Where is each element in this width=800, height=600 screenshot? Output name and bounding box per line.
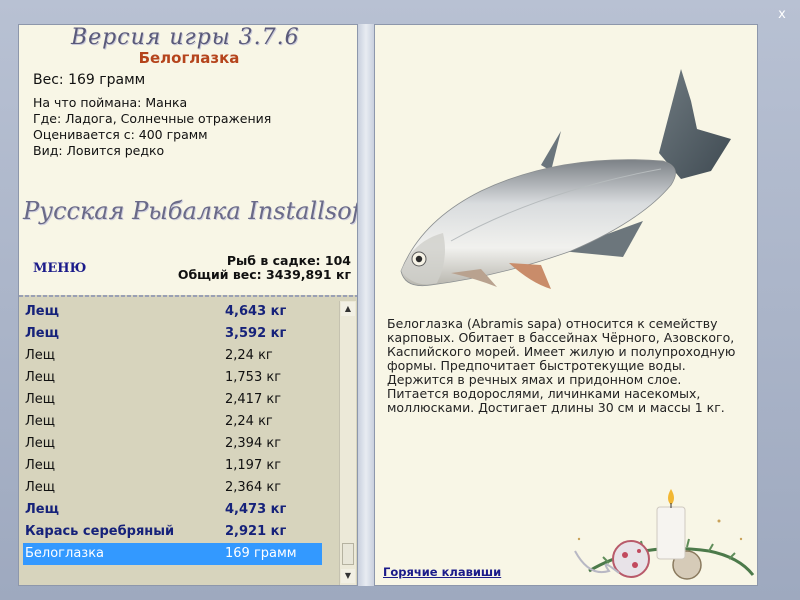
info-value: Оценивается с: 400 грамм	[33, 127, 208, 142]
list-item[interactable]: Лещ 2,24 кг	[19, 345, 339, 367]
list-item[interactable]: Лещ 4,473 кг	[19, 499, 339, 521]
christmas-decoration-icon	[574, 489, 755, 580]
brand-logo: Русская Рыбалка Installsoft	[23, 197, 358, 225]
list-item-weight: 1,753 кг	[225, 370, 282, 385]
list-item[interactable]: Лещ 2,417 кг	[19, 389, 339, 411]
fish-illustration-icon	[400, 69, 731, 289]
list-item[interactable]: Лещ 2,364 кг	[19, 477, 339, 499]
list-item-name: Лещ	[25, 502, 59, 517]
info-location: Где: Ладога, Солнечные отражения	[33, 111, 272, 126]
right-panel: Белоглазка (Abramis sapa) относится к се…	[374, 24, 758, 586]
catch-list: Лещ 4,643 кг Лещ 3,592 кг Лещ 2,24 кг Лещ 1,…	[19, 295, 357, 585]
list-item-weight: 1,197 кг	[225, 458, 282, 473]
list-item[interactable]: Лещ 4,643 кг	[19, 301, 339, 323]
list-item-name: Лещ	[25, 436, 56, 451]
hotkeys-link[interactable]: Горячие клавиши	[383, 565, 501, 579]
list-item[interactable]: Лещ 2,24 кг	[19, 411, 339, 433]
list-item[interactable]: Лещ 2,394 кг	[19, 433, 339, 455]
close-button[interactable]: x	[774, 7, 790, 23]
list-divider	[19, 295, 357, 297]
list-item-name: Лещ	[25, 348, 56, 363]
list-item-name: Лещ	[25, 480, 56, 495]
list-item[interactable]: Лещ 1,753 кг	[19, 367, 339, 389]
list-item-name: Лещ	[25, 414, 56, 429]
scroll-thumb[interactable]	[342, 543, 354, 565]
info-bait: На что поймана: Манка	[33, 95, 188, 110]
list-item-name: Лещ	[25, 370, 56, 385]
total-weight: Общий вес: 3439,891 кг	[177, 267, 351, 282]
list-item-weight: 2,394 кг	[225, 436, 282, 451]
list-item-weight: 169 грамм	[225, 546, 297, 561]
list-item-name: Лещ	[25, 392, 56, 407]
info-rarity: Вид: Ловится редко	[33, 143, 165, 158]
fish-count: Рыб в садке: 104	[226, 253, 351, 268]
menu-button[interactable]: МЕНЮ	[33, 261, 86, 276]
arrow-up-icon[interactable]: ▲	[341, 302, 355, 316]
list-item-weight: 2,921 кг	[225, 524, 287, 539]
list-item-selected[interactable]: Белоглазка 169 грамм	[23, 543, 322, 565]
fish-name: Белоглазка	[138, 49, 240, 67]
left-panel: Версия игры 3.7.6 Белоглазка Вес: 169 гр…	[18, 24, 358, 586]
list-item-weight: 2,364 кг	[225, 480, 282, 495]
list-scrollbar[interactable]: ▲ ▼	[339, 301, 356, 585]
list-item-weight: 2,417 кг	[225, 392, 282, 407]
list-item-weight: 4,473 кг	[225, 502, 287, 517]
list-item-weight: 3,592 кг	[225, 326, 287, 341]
list-item[interactable]: Лещ 3,592 кг	[19, 323, 339, 345]
list-item-weight: 4,643 кг	[225, 304, 287, 319]
list-item-name: Белоглазка	[25, 546, 105, 561]
list-item-name: Лещ	[25, 326, 59, 341]
fish-description: Белоглазка (Abramis sapa) относится к се…	[387, 316, 736, 415]
list-item[interactable]: Лещ 1,197 кг	[19, 455, 339, 477]
version-title: Версия игры 3.7.6	[71, 25, 300, 50]
list-item-name: Лещ	[25, 304, 59, 319]
list-item[interactable]: Карась серебряный 2,921 кг	[19, 521, 339, 543]
fish-weight: Вес: 169 грамм	[33, 72, 146, 88]
panel-divider	[358, 24, 374, 586]
arrow-down-icon[interactable]: ▼	[341, 569, 355, 583]
list-item-weight: 2,24 кг	[225, 414, 273, 429]
list-item-name: Лещ	[25, 458, 56, 473]
list-item-name: Карась серебряный	[25, 524, 175, 539]
list-item-weight: 2,24 кг	[225, 348, 273, 363]
